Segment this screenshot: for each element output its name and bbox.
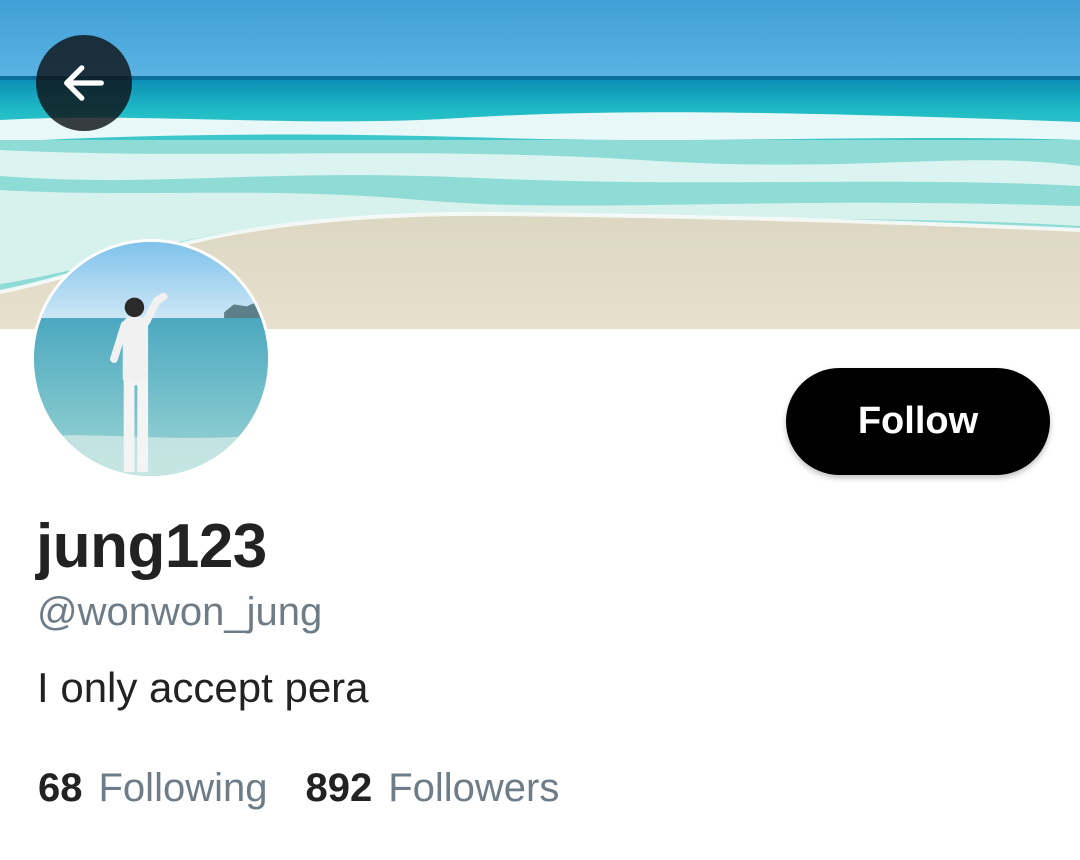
following-label: Following [98, 766, 268, 810]
followers-label: Followers [388, 766, 560, 810]
follow-button[interactable]: Follow [786, 368, 1050, 475]
following-stat[interactable]: 68 Following [38, 766, 267, 811]
display-name: jung123 [36, 512, 267, 581]
user-handle: @wonwon_jung [37, 590, 323, 634]
profile-stats: 68 Following 892 Followers [38, 766, 597, 811]
back-button[interactable] [36, 35, 132, 131]
followers-stat[interactable]: 892 Followers [305, 766, 559, 811]
followers-count: 892 [305, 766, 373, 810]
avatar[interactable] [31, 239, 271, 479]
avatar-image [34, 242, 268, 476]
following-count: 68 [38, 766, 83, 810]
profile-bio: I only accept pera [37, 664, 369, 711]
arrow-left-icon [64, 65, 104, 101]
